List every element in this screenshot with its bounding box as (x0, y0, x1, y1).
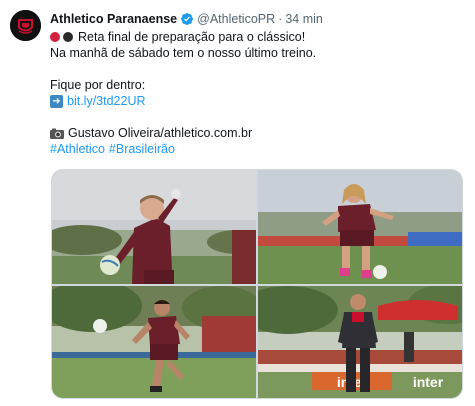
header-separator: · (278, 12, 283, 26)
verified-badge-icon (181, 13, 194, 25)
hashtag-athletico[interactable]: #Athletico (50, 141, 105, 157)
text-link-line: ➜ bit.ly/3td22UR (50, 93, 463, 109)
tweet-header: Athletico Paranaense @AthleticoPR · 34 m… (50, 11, 463, 27)
black-circle-emoji-icon (63, 32, 73, 42)
text-line-3: Fique por dentro: (50, 78, 146, 92)
tweet-content: Athletico Paranaense @AthleticoPR · 34 m… (50, 11, 463, 157)
player-striking-ball-photo[interactable] (52, 286, 256, 398)
bitly-link[interactable]: bit.ly/3td22UR (67, 93, 146, 109)
photo-credit: Gustavo Oliveira/athletico.com.br (68, 126, 253, 140)
red-circle-emoji-icon (50, 32, 60, 42)
goalkeeper-training-photo[interactable] (52, 170, 256, 284)
player-long-hair-training-photo[interactable] (258, 170, 462, 284)
hashtag-brasileirao[interactable]: #Brasileirão (109, 141, 175, 157)
tweet-timestamp[interactable]: 34 min (285, 11, 323, 27)
text-line-1: Reta final de preparação para o clássico… (50, 29, 463, 45)
text-line-2: Na manhã de sábado tem o nosso último tr… (50, 46, 317, 60)
hashtags-line: #Athletico #Brasileirão (50, 141, 463, 157)
credit-line: Gustavo Oliveira/athletico.com.br (50, 125, 463, 141)
camera-emoji-icon (50, 128, 64, 139)
author-handle[interactable]: @AthleticoPR (197, 11, 275, 27)
avatar[interactable] (10, 10, 41, 41)
athletico-crest-icon (10, 10, 41, 41)
right-arrow-emoji-icon: ➜ (50, 94, 63, 108)
text-line-1-label: Reta final de preparação para o clássico… (78, 30, 306, 44)
media-grid: inter inter (51, 169, 463, 399)
author-name[interactable]: Athletico Paranaense (50, 11, 177, 27)
sponsor-banner-text-2: inter (413, 374, 444, 390)
tweet-text: Reta final de preparação para o clássico… (50, 29, 463, 157)
tweet-card[interactable]: Athletico Paranaense @AthleticoPR · 34 m… (0, 0, 475, 406)
coach-walking-photo[interactable]: inter inter (258, 286, 462, 398)
